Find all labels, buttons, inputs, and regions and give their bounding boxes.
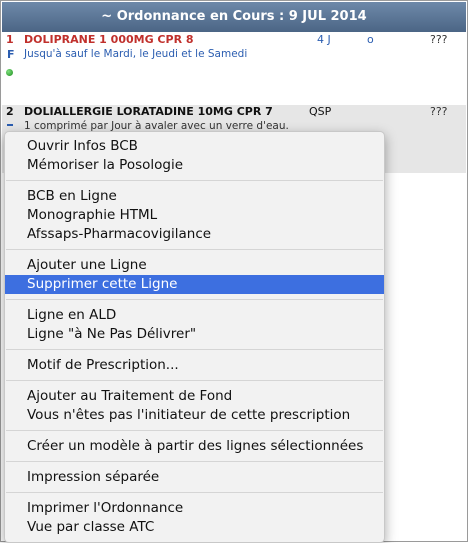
prescription-line-1[interactable]: 1 DOLIPRANE 1 000MG CPR 8 4 J o ??? [2, 33, 466, 47]
status-dot-icon [6, 69, 13, 76]
menu-item-create-template[interactable]: Créer un modèle à partir des lignes séle… [5, 437, 384, 456]
menu-item-delete-line[interactable]: Supprimer cette Ligne [5, 275, 384, 294]
menu-separator [6, 380, 383, 381]
line-number: 1 [6, 33, 14, 46]
menu-separator [6, 461, 383, 462]
prescription-line-2[interactable]: 2 DOLIALLERGIE LORATADINE 10MG CPR 7 QSP… [2, 105, 466, 119]
menu-item-separate-print[interactable]: Impression séparée [5, 468, 384, 487]
duration: 4 J [317, 33, 331, 46]
context-menu: Ouvrir Infos BCB Mémoriser la Posologie … [4, 131, 385, 543]
quantity: ??? [430, 33, 448, 46]
menu-item-save-posology[interactable]: Mémoriser la Posologie [5, 156, 384, 175]
menu-item-add-to-background-treatment[interactable]: Ajouter au Traitement de Fond [5, 387, 384, 406]
menu-item-pharmacovigilance[interactable]: Afssaps-Pharmacovigilance [5, 225, 384, 244]
menu-separator [6, 299, 383, 300]
menu-item-not-initiator-notice[interactable]: Vous n'êtes pas l'initiateur de cette pr… [5, 406, 384, 425]
menu-item-add-line[interactable]: Ajouter une Ligne [5, 256, 384, 275]
menu-separator [6, 249, 383, 250]
window-title: ~ Ordonnance en Cours : 9 JUL 2014 [2, 2, 466, 32]
menu-separator [6, 349, 383, 350]
menu-item-atc-class-view[interactable]: Vue par classe ATC [5, 518, 384, 537]
menu-item-open-bcb-info[interactable]: Ouvrir Infos BCB [5, 137, 384, 156]
minus-icon [7, 124, 13, 126]
menu-separator [6, 180, 383, 181]
drug-name[interactable]: DOLIALLERGIE LORATADINE 10MG CPR 7 [24, 105, 273, 119]
duration: QSP [309, 105, 332, 118]
menu-separator [6, 492, 383, 493]
menu-item-ald-line[interactable]: Ligne en ALD [5, 306, 384, 325]
menu-item-do-not-dispense[interactable]: Ligne "à Ne Pas Délivrer" [5, 325, 384, 344]
line-number: 2 [6, 105, 14, 118]
flag-indicator: o [367, 33, 374, 46]
menu-item-print-prescription[interactable]: Imprimer l'Ordonnance [5, 499, 384, 518]
quantity: ??? [430, 105, 448, 118]
menu-item-bcb-online[interactable]: BCB en Ligne [5, 187, 384, 206]
line-marker: F [7, 48, 15, 61]
drug-name[interactable]: DOLIPRANE 1 000MG CPR 8 [24, 33, 194, 47]
menu-item-prescription-reason[interactable]: Motif de Prescription... [5, 356, 384, 375]
menu-item-html-monograph[interactable]: Monographie HTML [5, 206, 384, 225]
menu-separator [6, 430, 383, 431]
posology-text: Jusqu'à sauf le Mardi, le Jeudi et le Sa… [24, 48, 248, 60]
